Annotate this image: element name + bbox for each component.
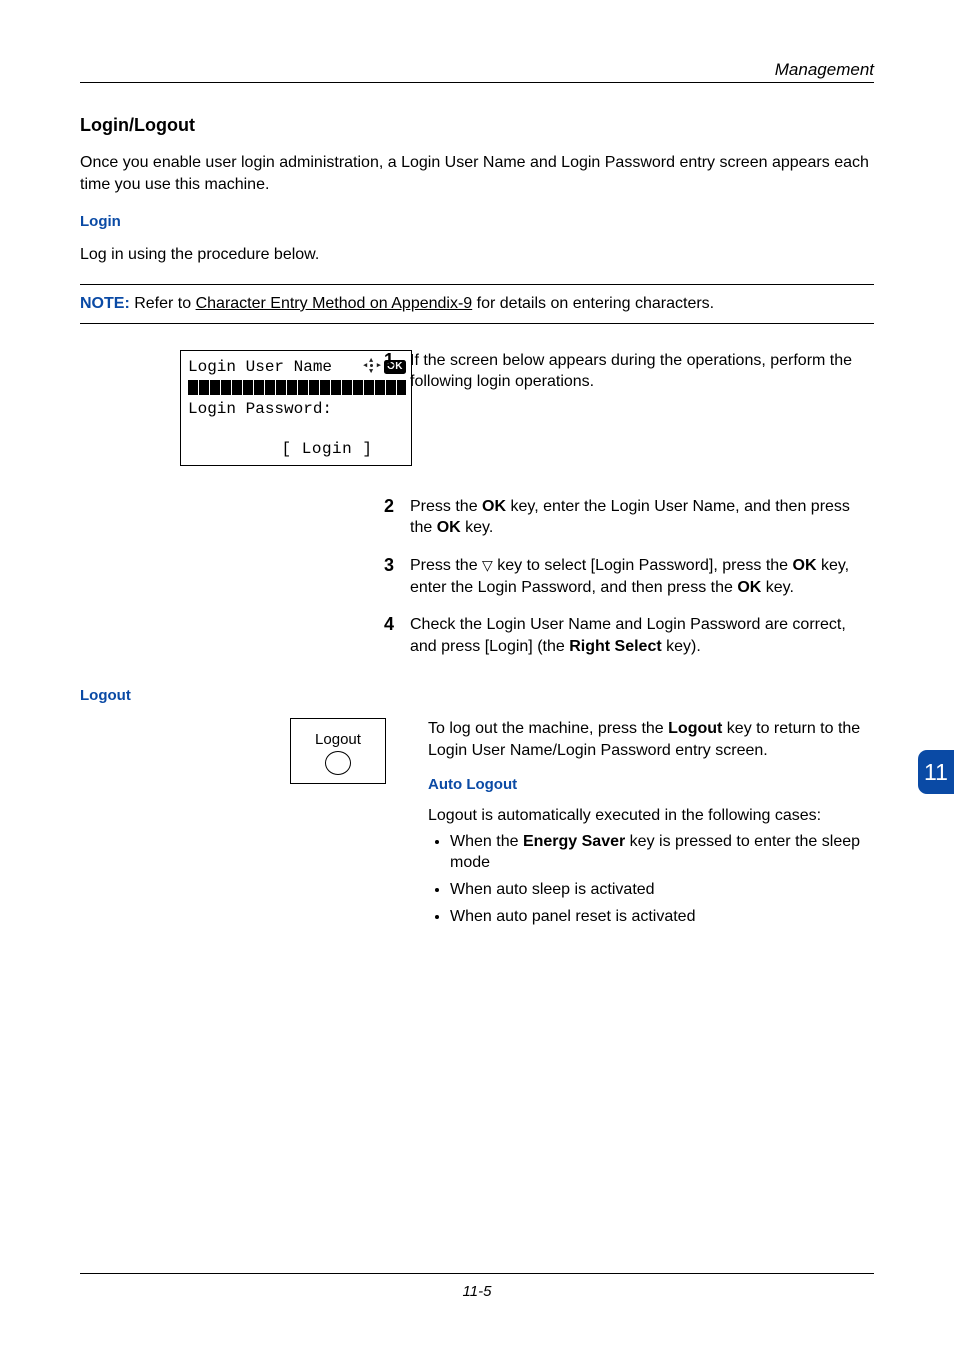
page-header-title: Management (80, 60, 874, 80)
page-footer: 11-5 (80, 1273, 874, 1300)
step-text-4: Check the Login User Name and Login Pass… (410, 614, 874, 657)
list-item: When the Energy Saver key is pressed to … (450, 832, 874, 874)
step-4: 4 Check the Login User Name and Login Pa… (374, 614, 874, 657)
auto-logout-list: When the Energy Saver key is pressed to … (450, 832, 874, 927)
note-text: NOTE: Refer to Character Entry Method on… (80, 285, 874, 323)
steps-column-2: 2 Press the OK key, enter the Login User… (374, 496, 874, 674)
logout-key-illustration: Logout (290, 718, 386, 784)
steps-column: 1 If the screen below appears during the… (374, 350, 874, 409)
footer-rule (80, 1273, 874, 1274)
auto-logout-lead: Logout is automatically executed in the … (428, 805, 874, 827)
step-text-3: Press the ▽ key to select [Login Passwor… (410, 555, 874, 598)
screen-column: Login User Name ▲▼◀▶ OK Login Password: … (80, 350, 350, 466)
dpad-icon: ▲▼◀▶ (364, 359, 380, 375)
step-num-3: 3 (374, 555, 394, 598)
note-block: NOTE: Refer to Character Entry Method on… (80, 284, 874, 324)
logout-row: Logout To log out the machine, press the… (80, 718, 874, 933)
note-label: NOTE: (80, 295, 130, 312)
list-item: When auto sleep is activated (450, 880, 874, 901)
section-heading: Login/Logout (80, 115, 874, 136)
step-2: 2 Press the OK key, enter the Login User… (374, 496, 874, 539)
lcd-row1: Login User Name ▲▼◀▶ OK (188, 357, 406, 377)
logout-subheading: Logout (80, 687, 874, 704)
logout-key-label: Logout (315, 731, 361, 748)
section-intro: Once you enable user login administratio… (80, 152, 874, 195)
auto-logout-subheading: Auto Logout (428, 776, 874, 793)
step-1: 1 If the screen below appears during the… (374, 350, 874, 393)
logout-text: To log out the machine, press the Logout… (428, 718, 874, 761)
step-num-2: 2 (374, 496, 394, 539)
login-lead: Log in using the procedure below. (80, 244, 874, 266)
step-3: 3 Press the ▽ key to select [Login Passw… (374, 555, 874, 598)
chapter-tab: 11 (918, 750, 954, 794)
logout-key-circle-icon (325, 751, 351, 775)
logout-text-col: To log out the machine, press the Logout… (428, 718, 874, 933)
down-triangle-icon: ▽ (482, 557, 493, 573)
note-link[interactable]: Character Entry Method on Appendix-9 (196, 295, 473, 312)
steps-only-row: 2 Press the OK key, enter the Login User… (80, 496, 874, 674)
lcd-line1-text: Login User Name (188, 357, 332, 377)
header-rule (80, 82, 874, 83)
step-text-2: Press the OK key, enter the Login User N… (410, 496, 874, 539)
step-num-4: 4 (374, 614, 394, 657)
lcd-softkey: [ Login ] (188, 439, 406, 459)
note-suffix: for details on entering characters. (472, 295, 714, 312)
step-text-1: If the screen below appears during the o… (410, 350, 874, 393)
list-item: When auto panel reset is activated (450, 907, 874, 928)
login-subheading: Login (80, 213, 874, 230)
logout-icon-col: Logout (80, 718, 404, 784)
page-number: 11-5 (80, 1283, 874, 1300)
note-prefix: Refer to (130, 295, 196, 312)
note-bottom-rule (80, 323, 874, 324)
login-row: Login User Name ▲▼◀▶ OK Login Password: … (80, 350, 874, 466)
